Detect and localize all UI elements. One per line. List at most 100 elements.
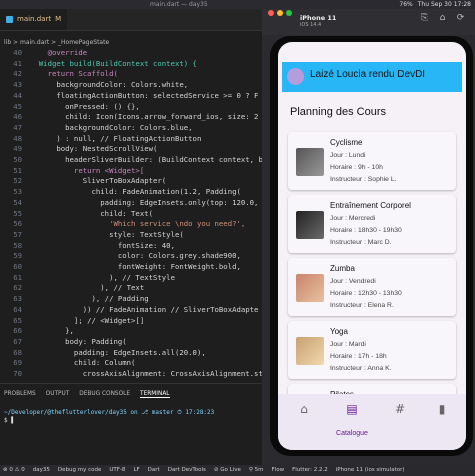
course-card-zumba[interactable]: Zumba Jour : Vendredi Horaire : 12h30 - … [288,258,456,316]
line-number: 60 [13,262,22,271]
code-line[interactable]: 41 Widget build(BuildContext context) { [0,59,262,70]
code-line[interactable]: 45 onPressed: () {}, [0,102,262,113]
code-line[interactable]: 51 return <Widget>[ [0,166,262,177]
code-line[interactable]: 49 body: NestedScrollView( [0,144,262,155]
avatar[interactable] [287,68,304,85]
code-line[interactable]: 63 ), // Padding [0,294,262,305]
course-image [296,211,324,239]
status-item[interactable]: Flow [272,465,285,476]
course-instructor: Instructeur : Anna K. [330,365,392,372]
code-text: style: TextStyle( [30,229,184,239]
line-number: 55 [13,208,22,218]
tab-output[interactable]: OUTPUT [46,391,70,398]
status-item[interactable]: LF [133,465,139,476]
status-item[interactable]: ⚲ 5m [249,465,264,476]
app-title: Laizé Loucia rendu DevDI [310,69,426,80]
tab-debug-console[interactable]: DEBUG CONSOLE [79,391,130,398]
nav-hash-icon[interactable]: # [382,402,418,416]
line-number: 45 [13,101,22,111]
code-line[interactable]: 57 style: TextStyle( [0,230,262,241]
code-line[interactable]: 55 child: Text( [0,209,262,220]
code-line[interactable]: 60 fontWeight: FontWeight.bold, [0,262,262,273]
nav-document-icon[interactable]: ▮ [424,402,460,416]
status-item[interactable]: Dart [148,465,160,476]
code-text: body: NestedScrollView( [30,144,158,154]
code-line[interactable]: 54 padding: EdgeInsets.only(top: 120.0, … [0,198,262,209]
code-text: )) // FadeAnimation // SliverToBoxAdapte [30,304,259,314]
code-line[interactable]: 67 body: Padding( [0,337,262,348]
code-line[interactable]: 68 padding: EdgeInsets.all(20.0), [0,348,262,359]
code-line[interactable]: 61 ), // TextStyle [0,273,262,284]
status-item[interactable]: UTF-8 [109,465,125,476]
code-line[interactable]: 40 @override [0,48,262,59]
code-line[interactable]: 66 }, [0,326,262,337]
simulator-os-version: iOS 14.4 [300,22,322,28]
line-number: 65 [13,315,22,325]
app-bar: Laizé Loucia rendu DevDI [282,62,462,92]
zoom-window-button[interactable] [286,10,292,16]
rotate-icon[interactable]: ⟳ [456,14,465,23]
code-text: child: FadeAnimation(1.2, Padding( [30,187,241,197]
status-item[interactable]: Debug my code [58,465,101,476]
code-line[interactable]: 44 floatingActionButton: selectedService… [0,91,262,102]
line-number: 63 [13,294,22,304]
nav-home-icon[interactable]: ⌂ [286,402,322,416]
code-line[interactable]: 64 )) // FadeAnimation // SliverToBoxAda… [0,305,262,316]
status-item[interactable]: ⊘ Go Live [214,465,241,476]
course-image [296,274,324,302]
tab-terminal[interactable]: TERMINAL [140,391,170,398]
course-card-yoga[interactable]: Yoga Jour : Mardi Horaire : 17h - 18h In… [288,321,456,379]
code-line[interactable]: 70 crossAxisAlignment: CrossAxisAlignmen… [0,369,262,380]
code-line[interactable]: 58 fontSize: 40, [0,241,262,252]
status-item[interactable]: Dart DevTools [168,465,206,476]
battery-level: 76% [399,1,413,8]
course-card-entrainement[interactable]: Entraînement Corporel Jour : Mercredi Ho… [288,195,456,253]
code-line[interactable]: 56 'Which service \ndo you need?', [0,219,262,230]
minimize-window-button[interactable] [277,10,283,16]
nav-catalogue[interactable]: ▤ Catalogue [334,402,370,437]
line-number: 52 [13,176,22,186]
screenshot-icon[interactable]: ⎘ [420,14,429,23]
code-line[interactable]: 62 ), // Text [0,283,262,294]
line-number: 70 [13,369,22,378]
code-line[interactable]: 52 SliverToBoxAdapter( [0,176,262,187]
status-item[interactable]: Flutter: 2.2.2 [292,465,328,476]
line-number: 61 [13,272,22,282]
section-title: Planning des Cours [290,106,387,118]
course-card-cyclisme[interactable]: Cyclisme Jour : Lundi Horaire : 9h - 10h… [288,132,456,190]
home-icon[interactable]: ⌂ [438,14,447,23]
course-day: Jour : Vendredi [330,278,376,285]
status-item[interactable]: day35 [33,465,50,476]
code-line[interactable]: 65 ]; // <Widget>[] [0,316,262,327]
nav-catalogue-label: Catalogue [336,430,368,437]
code-line[interactable]: 47 backgroundColor: Colors.blue, [0,123,262,134]
close-window-button[interactable] [268,10,274,16]
line-number: 69 [13,358,22,368]
code-line[interactable]: 42 return Scaffold( [0,69,262,80]
code-line[interactable]: 43 backgroundColor: Colors.white, [0,80,262,91]
code-line[interactable]: 50 headerSliverBuilder: (BuildContext co… [0,155,262,166]
course-image [296,337,324,365]
code-line[interactable]: 69 child: Column( [0,358,262,369]
code-text: ), // Padding [30,294,149,304]
tab-main-dart[interactable]: main.dart M [0,9,68,30]
code-text: ) : null, // FloatingActionButton [30,133,202,143]
breadcrumb[interactable]: lib > main.dart > _HomePageState [0,38,266,48]
line-number: 48 [13,133,22,143]
course-instructor: Instructeur : Marc D. [330,239,392,246]
line-number: 44 [13,90,22,100]
line-number: 62 [13,283,22,293]
code-text: child: Column( [30,358,136,368]
code-line[interactable]: 48 ) : null, // FloatingActionButton [0,134,262,145]
terminal[interactable]: ~/Developer/@theflutterlover/day35 on ⎇ … [4,409,214,424]
tab-problems[interactable]: PROBLEMS [4,391,36,398]
code-editor[interactable]: 40 @override 41 Widget build(BuildContext… [0,48,262,383]
code-line[interactable]: 59 color: Colors.grey.shade900, [0,251,262,262]
code-text: return <Widget>[ [30,165,145,175]
status-item[interactable]: iPhone 11 (ios simulator) [336,465,405,476]
code-line[interactable]: 53 child: FadeAnimation(1.2, Padding( [0,187,262,198]
status-item[interactable]: ⊗ 0 ⚠ 0 [3,465,25,476]
code-text: SliverToBoxAdapter( [30,176,167,186]
course-time: Horaire : 17h - 18h [330,353,387,360]
code-line[interactable]: 46 child: Icon(Icons.arrow_forward_ios, … [0,112,262,123]
